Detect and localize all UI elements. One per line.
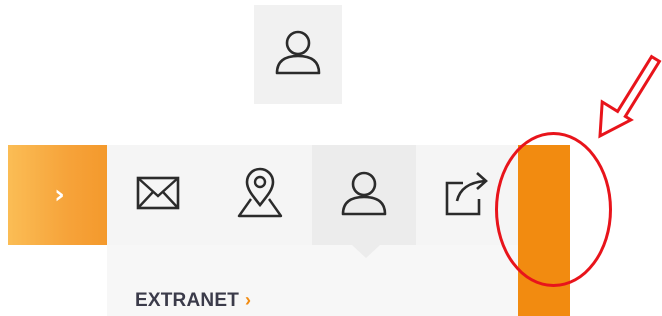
user-icon bbox=[338, 167, 390, 224]
location-button[interactable] bbox=[208, 145, 312, 245]
account-button[interactable] bbox=[312, 145, 416, 245]
extranet-link-label: EXTRANET bbox=[135, 290, 239, 311]
toggle-toolbar-button[interactable]: › bbox=[8, 145, 107, 245]
annotation-arrow-icon bbox=[598, 54, 662, 139]
chevron-right-icon: › bbox=[245, 290, 252, 310]
chevron-right-icon: › bbox=[54, 180, 65, 210]
extranet-link[interactable]: EXTRANET › bbox=[135, 290, 251, 312]
annotation-circle bbox=[495, 132, 612, 287]
mail-button[interactable] bbox=[107, 145, 208, 245]
share-icon bbox=[441, 167, 493, 224]
mail-icon bbox=[135, 174, 181, 217]
user-icon bbox=[272, 26, 324, 83]
account-icon-box[interactable] bbox=[254, 5, 342, 104]
map-pin-icon bbox=[234, 165, 286, 226]
dropdown-caret bbox=[352, 245, 380, 258]
